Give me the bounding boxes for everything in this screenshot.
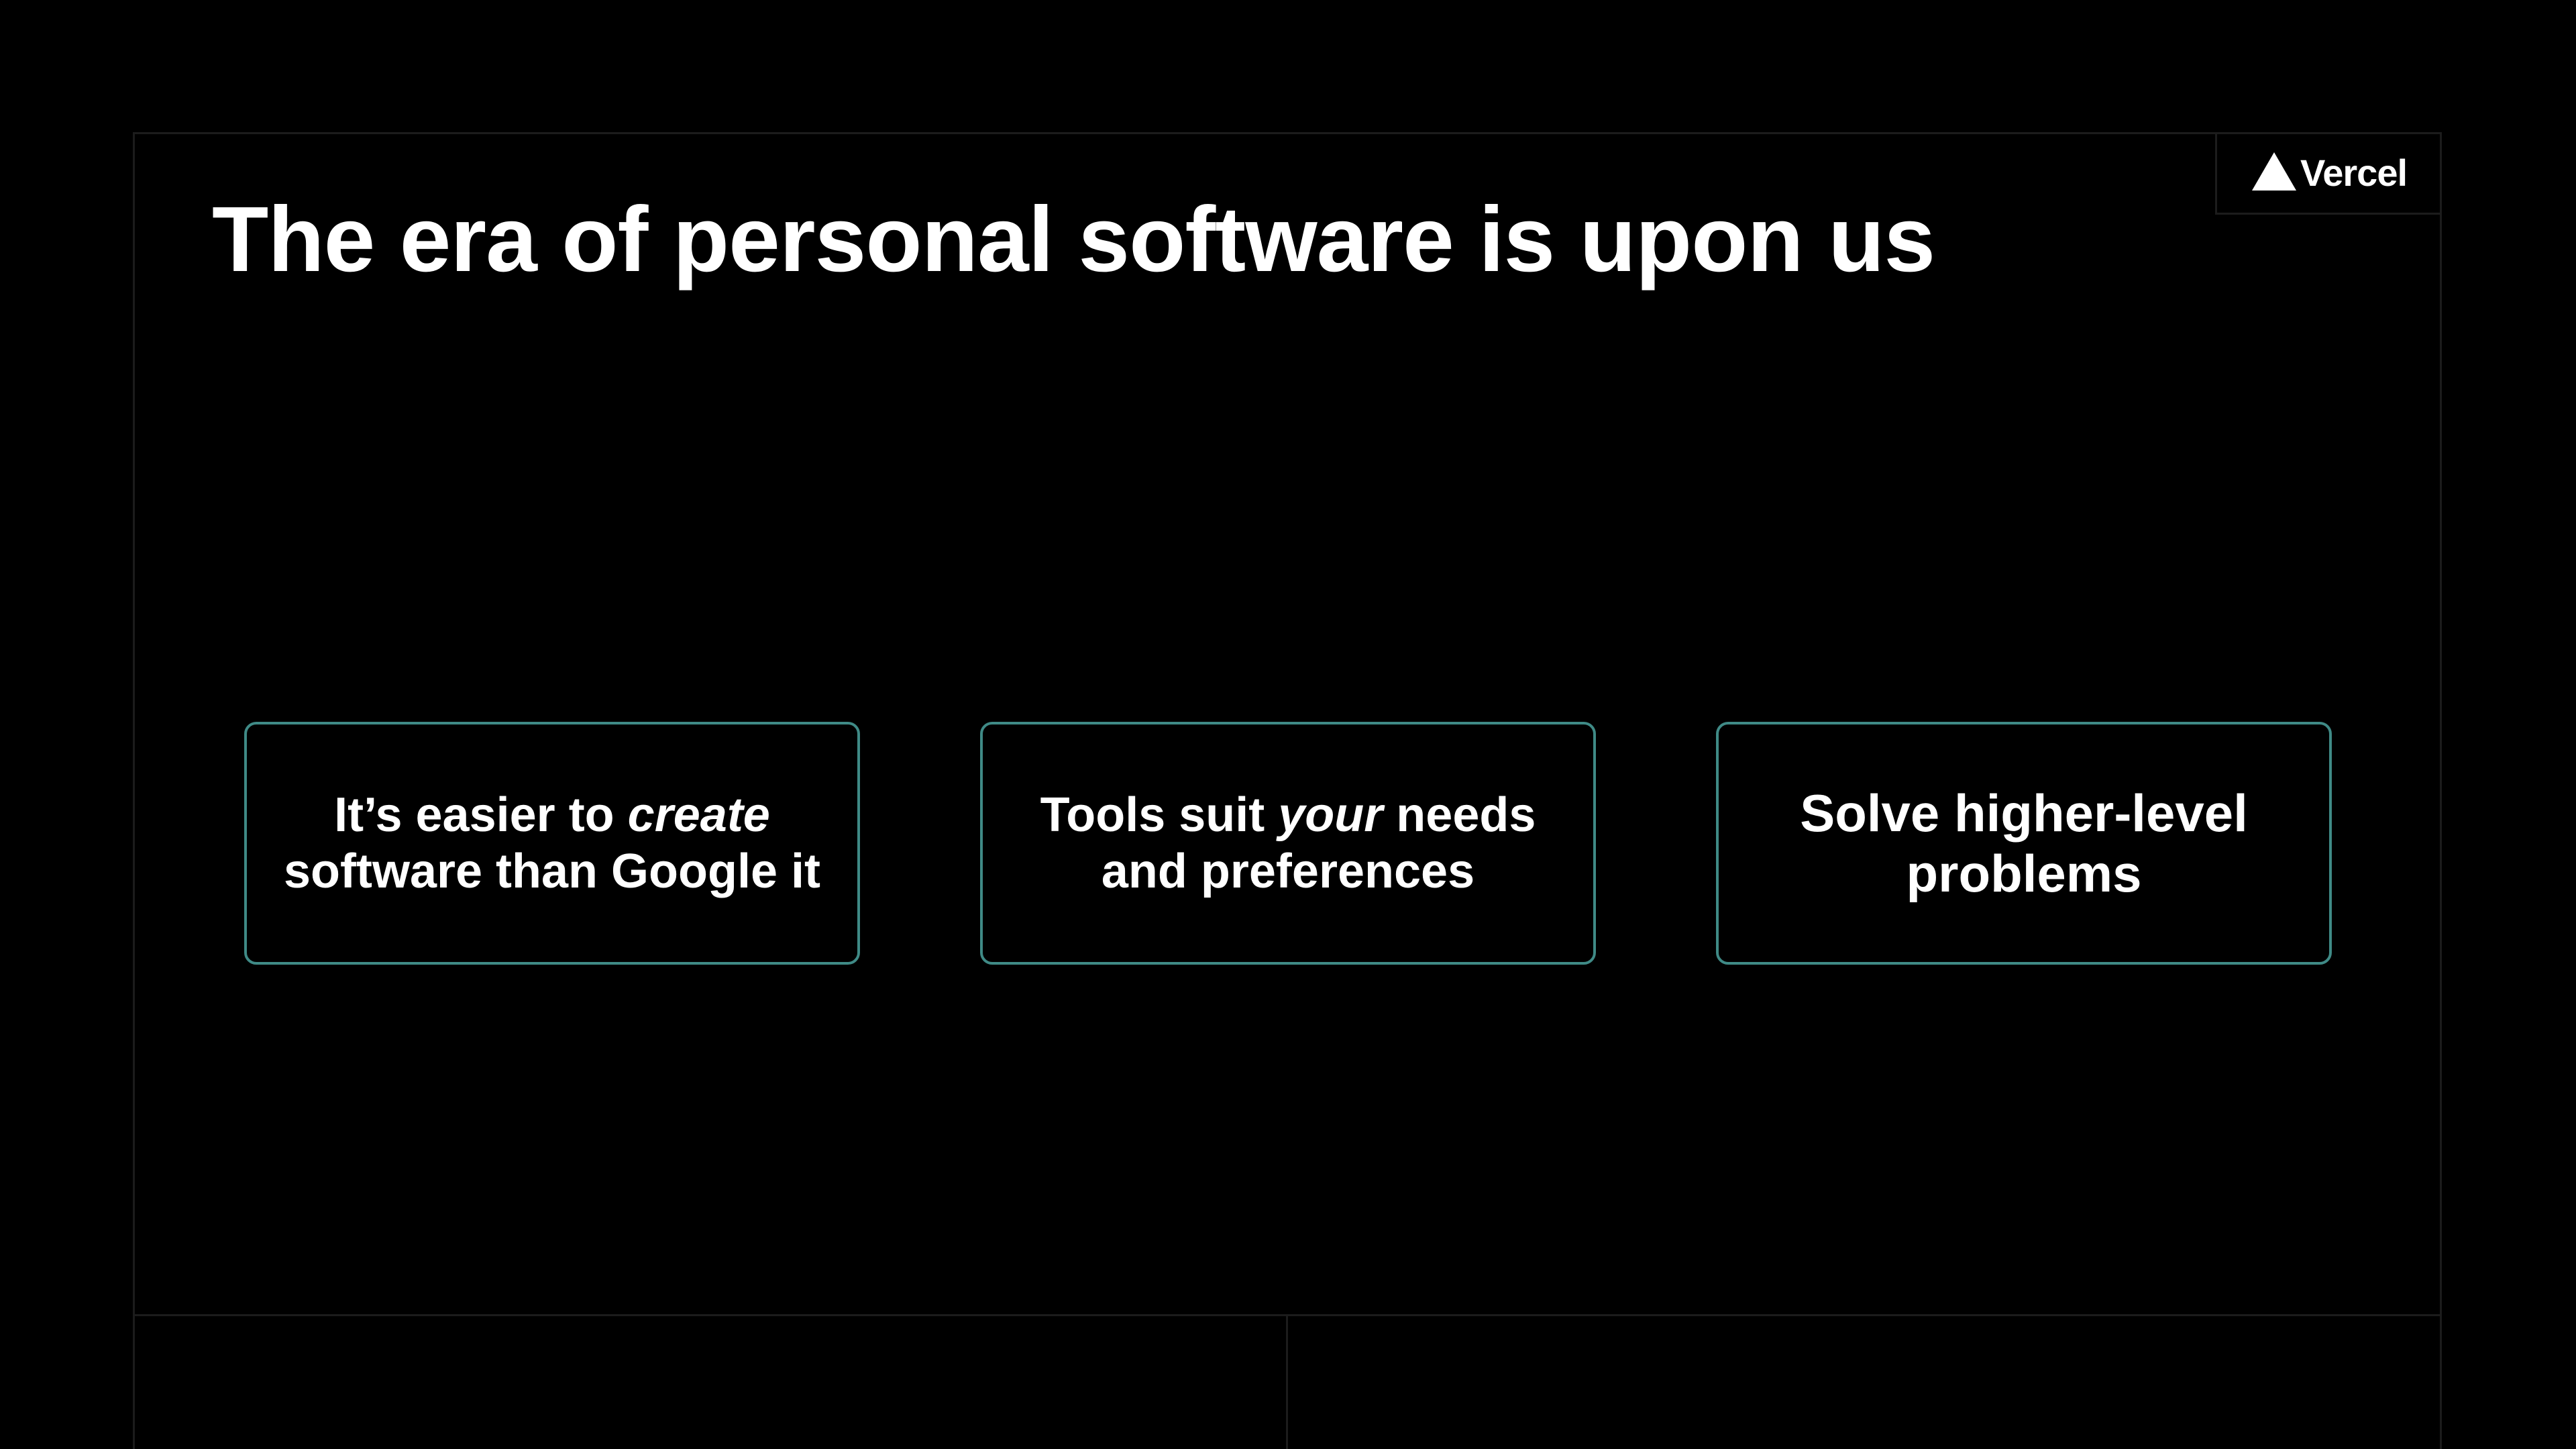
slide-title: The era of personal software is upon us bbox=[212, 188, 1935, 291]
card-line-1-pre: Tools suit bbox=[1040, 788, 1279, 842]
card-line-1-emphasis: create bbox=[627, 788, 770, 842]
card-line-2: and preferences bbox=[1101, 845, 1475, 898]
card-line-2: problems bbox=[1906, 844, 2142, 903]
card-line-1: Solve higher-level bbox=[1800, 784, 2248, 843]
triangle-logo-icon bbox=[2251, 152, 2296, 191]
vercel-logo: Vercel bbox=[2215, 132, 2442, 215]
point-card-create: It’s easier to create software than Goog… bbox=[244, 722, 860, 965]
slide: Vercel The era of personal software is u… bbox=[0, 0, 2576, 1449]
card-line-2: software than Google it bbox=[283, 845, 821, 898]
card-text: Tools suit your needs and preferences bbox=[1040, 787, 1536, 900]
card-line-1-post: needs bbox=[1383, 788, 1536, 842]
point-card-problems: Solve higher-level problems bbox=[1716, 722, 2332, 965]
logo-wordmark: Vercel bbox=[2300, 151, 2408, 194]
card-text: Solve higher-level problems bbox=[1800, 783, 2248, 904]
point-card-tools: Tools suit your needs and preferences bbox=[980, 722, 1596, 965]
card-line-1-emphasis: your bbox=[1278, 788, 1383, 842]
footer-divider-vertical bbox=[1286, 1314, 1288, 1449]
card-line-1-pre: It’s easier to bbox=[334, 788, 628, 842]
card-text: It’s easier to create software than Goog… bbox=[284, 787, 820, 900]
